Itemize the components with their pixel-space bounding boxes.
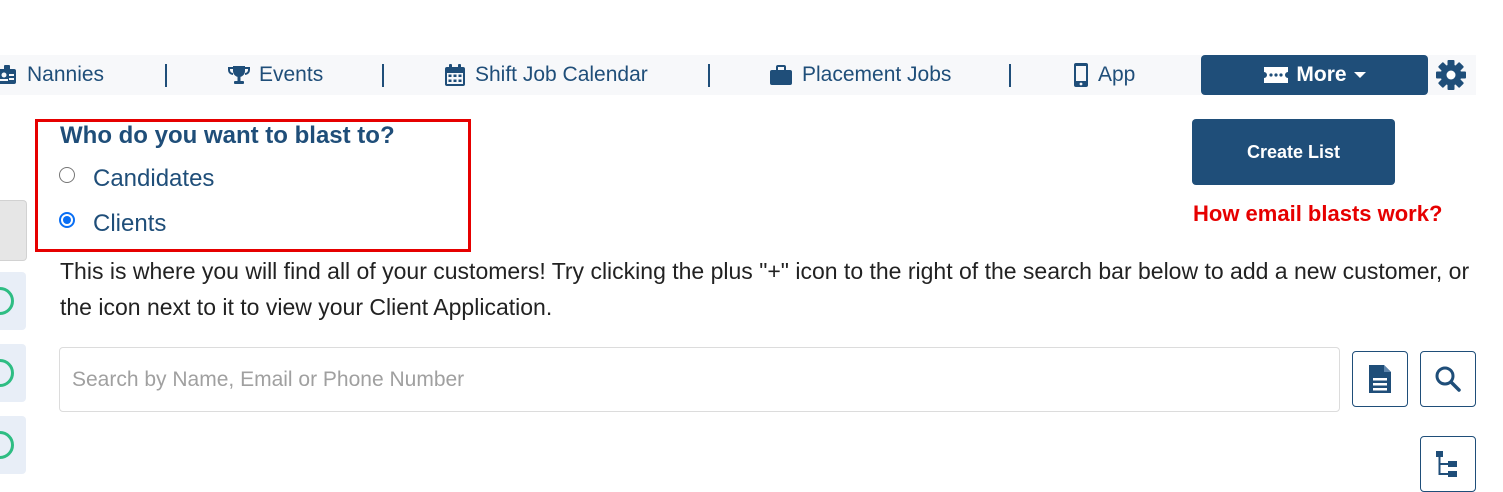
mobile-icon bbox=[1074, 63, 1088, 87]
calendar-icon bbox=[445, 64, 465, 86]
side-list-item[interactable] bbox=[0, 344, 26, 402]
nav-item-nannies[interactable]: Nannies bbox=[0, 55, 104, 95]
more-label: More bbox=[1296, 63, 1347, 86]
trophy-icon bbox=[228, 66, 250, 84]
blast-question: Who do you want to blast to? bbox=[60, 122, 395, 149]
nav-label: Placement Jobs bbox=[802, 63, 952, 86]
radio-option-clients[interactable]: Clients bbox=[59, 210, 166, 238]
status-ring-icon bbox=[0, 431, 14, 459]
nav-item-app[interactable]: App bbox=[1073, 55, 1135, 95]
document-icon bbox=[1369, 365, 1391, 393]
search-input[interactable] bbox=[59, 347, 1340, 412]
nav-divider bbox=[382, 64, 384, 87]
nav-item-shift-job-calendar[interactable]: Shift Job Calendar bbox=[444, 55, 648, 95]
radio-label: Clients bbox=[93, 210, 167, 237]
side-list-item[interactable] bbox=[0, 416, 26, 474]
side-list-item[interactable] bbox=[0, 272, 26, 330]
search-button[interactable] bbox=[1420, 351, 1476, 407]
briefcase-icon bbox=[770, 65, 792, 85]
nav-label: Events bbox=[259, 63, 324, 86]
description-text: This is where you will find all of your … bbox=[60, 258, 1470, 320]
client-application-button[interactable] bbox=[1352, 351, 1408, 407]
status-ring-icon bbox=[0, 287, 14, 315]
radio-option-candidates[interactable]: Candidates bbox=[59, 165, 214, 193]
nav-divider bbox=[165, 64, 167, 87]
radio-label: Candidates bbox=[93, 165, 215, 192]
hierarchy-button[interactable] bbox=[1420, 436, 1476, 492]
sitemap-icon bbox=[1436, 451, 1457, 477]
more-menu-button[interactable]: More bbox=[1201, 55, 1428, 95]
gear-icon[interactable] bbox=[1435, 59, 1467, 91]
top-nav: Nannies Events Shift Job Calendar Placem… bbox=[0, 55, 1476, 95]
nav-divider bbox=[1009, 64, 1011, 87]
create-list-button[interactable]: Create List bbox=[1192, 119, 1395, 185]
nav-label: App bbox=[1098, 63, 1136, 86]
nav-item-placement-jobs[interactable]: Placement Jobs bbox=[769, 55, 951, 95]
nav-label: Nannies bbox=[27, 63, 105, 86]
side-panel-tab[interactable] bbox=[0, 200, 27, 261]
nav-label: Shift Job Calendar bbox=[475, 63, 648, 86]
nav-item-events[interactable]: Events bbox=[228, 55, 323, 95]
radio-button[interactable] bbox=[59, 167, 75, 183]
status-ring-icon bbox=[0, 359, 14, 387]
search-icon bbox=[1435, 366, 1461, 392]
caret-down-icon bbox=[1353, 72, 1366, 78]
ticket-icon bbox=[1264, 67, 1289, 83]
id-badge-icon bbox=[0, 65, 16, 84]
nav-divider bbox=[708, 64, 710, 87]
how-email-blasts-work-link[interactable]: How email blasts work? bbox=[1193, 201, 1442, 227]
radio-button[interactable] bbox=[59, 212, 75, 228]
